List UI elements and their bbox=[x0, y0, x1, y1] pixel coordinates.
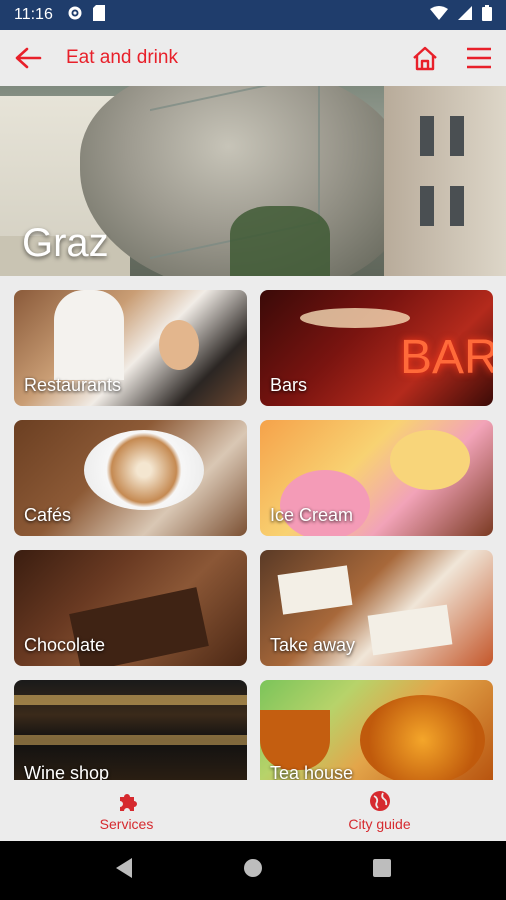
signal-icon bbox=[458, 5, 472, 25]
category-tile-wine-shop[interactable]: Wine shop bbox=[14, 680, 247, 780]
tile-coffee-cup bbox=[84, 430, 204, 510]
hamburger-menu-icon bbox=[467, 47, 491, 69]
category-tile-restaurants[interactable]: Restaurants bbox=[14, 290, 247, 406]
menu-button[interactable] bbox=[452, 30, 506, 86]
tile-scoop bbox=[390, 430, 470, 490]
back-button[interactable] bbox=[0, 30, 56, 86]
sd-card-icon bbox=[92, 4, 105, 26]
category-tile-take-away[interactable]: Take away bbox=[260, 550, 493, 666]
nav-city-guide-label: City guide bbox=[348, 815, 411, 832]
nav-services-label: Services bbox=[99, 815, 154, 832]
category-grid: Restaurants BAR Bars Cafés Ice Cream Cho… bbox=[14, 290, 493, 780]
city-hero-image: Graz bbox=[0, 86, 506, 276]
bottom-navigation: Services City guide bbox=[0, 780, 506, 841]
system-back-button[interactable] bbox=[114, 857, 134, 884]
system-navigation-bar bbox=[0, 841, 506, 900]
square-recents-icon bbox=[373, 859, 391, 877]
circle-home-icon bbox=[244, 859, 262, 877]
hero-window bbox=[450, 186, 464, 226]
puzzle-icon bbox=[119, 793, 137, 811]
tile-wine-bottles bbox=[14, 695, 247, 705]
tile-scoop bbox=[280, 470, 370, 536]
settings-gear-icon bbox=[67, 5, 83, 26]
category-label: Wine shop bbox=[24, 763, 110, 780]
city-name: Graz bbox=[22, 221, 109, 265]
tile-teapot bbox=[360, 695, 485, 780]
home-button[interactable] bbox=[398, 30, 452, 86]
tile-chef bbox=[54, 290, 124, 380]
globe-icon bbox=[369, 790, 390, 811]
tile-food-box bbox=[277, 565, 353, 615]
status-time: 11:16 bbox=[14, 6, 53, 23]
hero-window bbox=[450, 116, 464, 156]
category-tile-chocolate[interactable]: Chocolate bbox=[14, 550, 247, 666]
hero-window bbox=[420, 186, 434, 226]
category-label: Chocolate bbox=[24, 635, 106, 655]
category-label: Tea house bbox=[270, 763, 354, 780]
app-bar: Eat and drink bbox=[0, 30, 506, 86]
wifi-icon bbox=[430, 5, 448, 25]
system-home-button[interactable] bbox=[242, 857, 264, 884]
category-label: Bars bbox=[270, 375, 308, 395]
tile-person bbox=[159, 320, 199, 370]
status-bar: 11:16 bbox=[0, 0, 506, 30]
category-label: Cafés bbox=[24, 505, 72, 525]
arrow-left-icon bbox=[15, 47, 42, 69]
tile-lamp bbox=[300, 308, 410, 328]
hero-building-right bbox=[384, 86, 506, 276]
battery-icon bbox=[482, 4, 492, 26]
triangle-back-icon bbox=[116, 858, 132, 878]
category-label: Ice Cream bbox=[270, 505, 354, 525]
nav-services[interactable]: Services bbox=[0, 780, 253, 841]
system-recents-button[interactable] bbox=[372, 858, 392, 883]
home-icon bbox=[413, 46, 437, 71]
category-label: Take away bbox=[270, 635, 356, 655]
page-title: Eat and drink bbox=[66, 47, 178, 68]
tile-wine-bottles bbox=[14, 735, 247, 745]
tile-tea-glass bbox=[260, 710, 330, 770]
category-tile-tea-house[interactable]: Tea house bbox=[260, 680, 493, 780]
hero-window bbox=[420, 116, 434, 156]
category-tile-ice-cream[interactable]: Ice Cream bbox=[260, 420, 493, 536]
category-label: Restaurants bbox=[24, 375, 122, 395]
nav-city-guide[interactable]: City guide bbox=[253, 780, 506, 841]
tile-food-box bbox=[367, 604, 453, 656]
tile-neon-sign: BAR bbox=[400, 331, 493, 384]
screen: 11:16 Eat and drink Graz Restaurants BAR… bbox=[0, 0, 506, 900]
hero-trees bbox=[230, 206, 330, 276]
category-tile-bars[interactable]: BAR Bars bbox=[260, 290, 493, 406]
category-tile-cafes[interactable]: Cafés bbox=[14, 420, 247, 536]
